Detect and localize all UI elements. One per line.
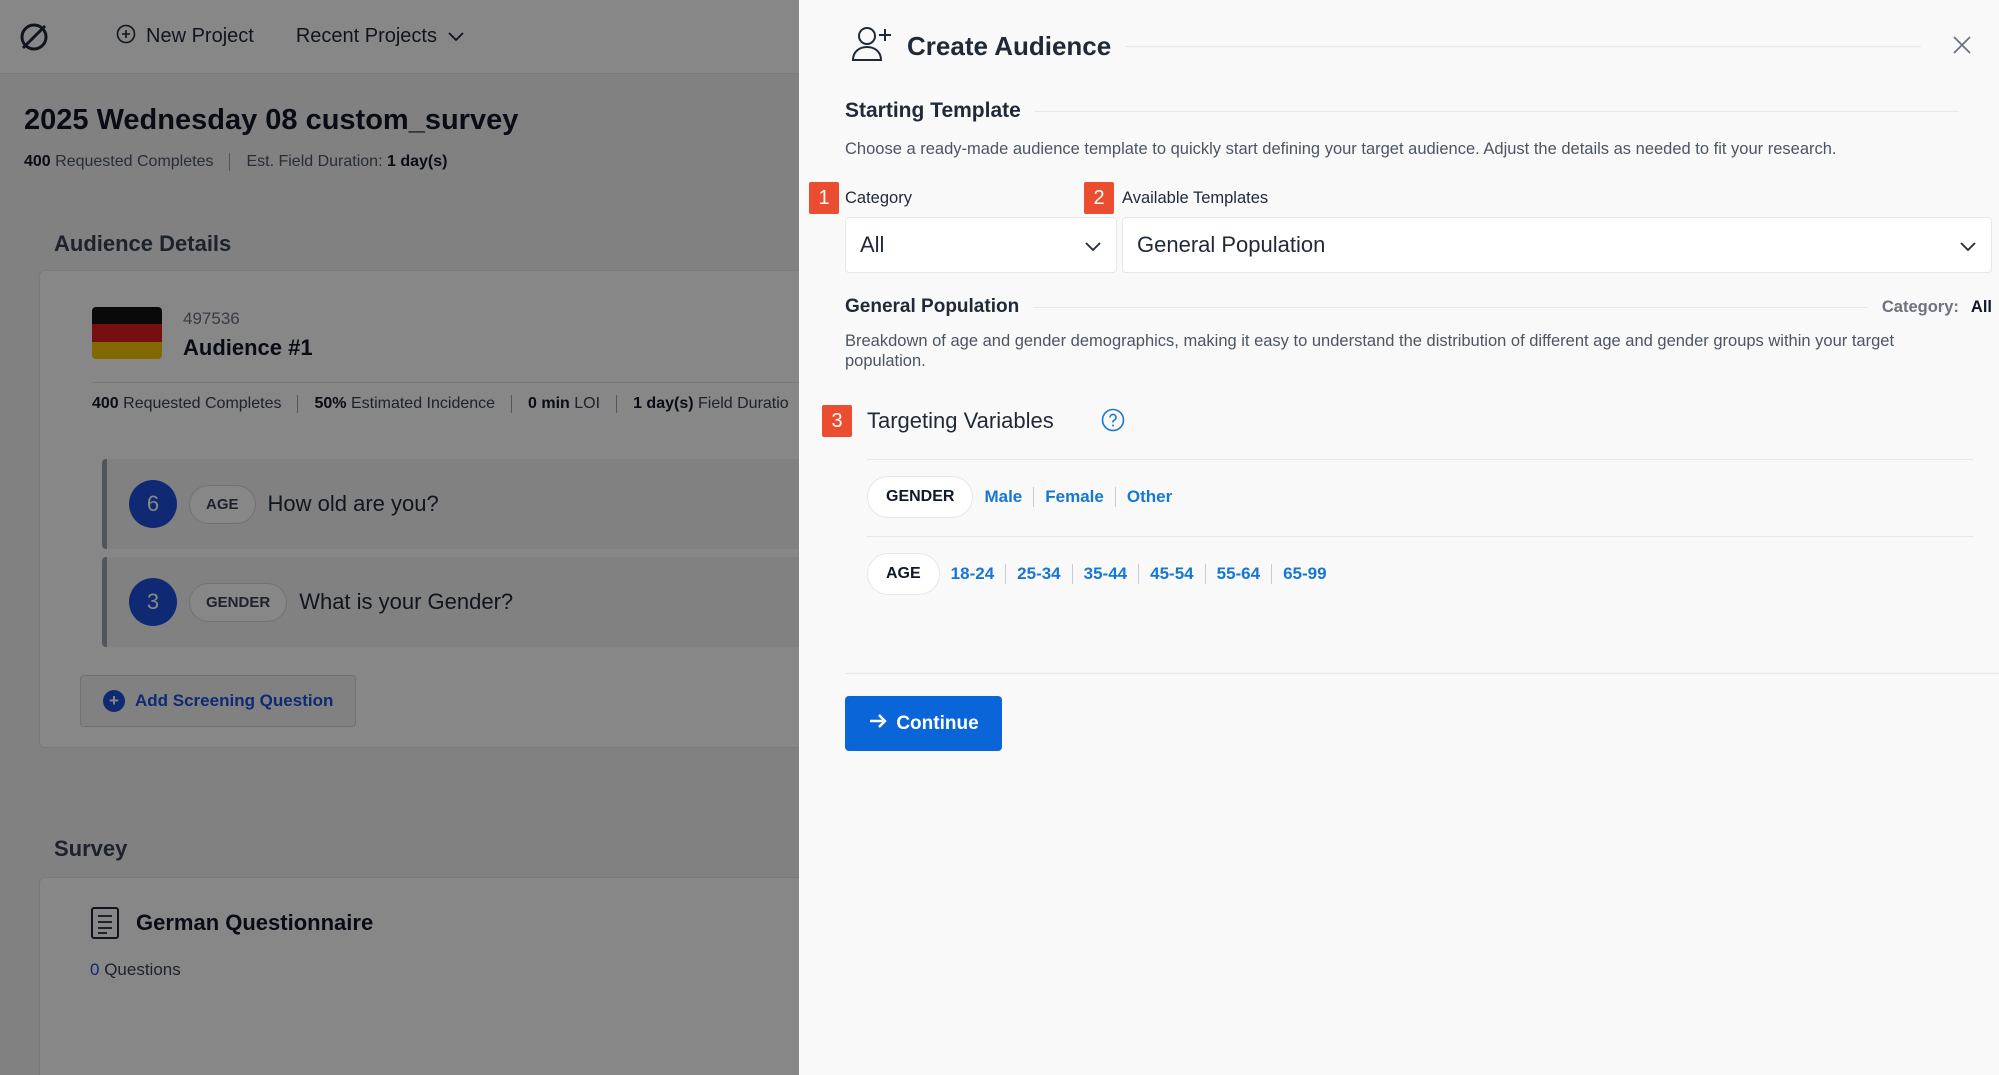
chevron-down-icon: [1084, 232, 1102, 258]
available-templates-select[interactable]: General Population: [1122, 217, 1992, 273]
section-rule: [1034, 110, 1959, 112]
starting-template-title: Starting Template: [845, 99, 1021, 122]
add-user-icon: [851, 25, 893, 68]
continue-button[interactable]: Continue: [845, 696, 1002, 751]
create-audience-drawer: Create Audience Starting Template Choose…: [799, 0, 1999, 1075]
section-rule: [1033, 306, 1868, 308]
drawer-title: Create Audience: [907, 30, 1112, 61]
chevron-down-icon: [1959, 232, 1977, 258]
targeting-variable-gender[interactable]: GENDER Male Female Other: [867, 476, 1183, 518]
starting-template-description: Choose a ready-made audience template to…: [845, 140, 1837, 158]
option-age-45-54[interactable]: 45-54: [1138, 564, 1204, 584]
step-badge: 3: [822, 405, 852, 437]
continue-label: Continue: [896, 712, 979, 734]
template-category-label: Category:: [1881, 297, 1959, 316]
step-badge: 1: [809, 182, 839, 214]
option-age-35-44[interactable]: 35-44: [1071, 564, 1138, 584]
arrow-right-icon: [868, 712, 888, 736]
template-category-value: All: [1970, 297, 1992, 316]
option-male[interactable]: Male: [973, 487, 1033, 507]
option-age-55-64[interactable]: 55-64: [1204, 564, 1271, 584]
divider: [845, 673, 1999, 674]
step-badge: 2: [1084, 182, 1114, 214]
option-age-65-99[interactable]: 65-99: [1271, 564, 1337, 584]
template-value: General Population: [1137, 232, 1326, 257]
option-age-18-24[interactable]: 18-24: [940, 564, 1005, 584]
option-other[interactable]: Other: [1114, 487, 1183, 507]
template-detail-header: General Population Category: All: [845, 296, 1992, 318]
targeting-variable-age[interactable]: AGE 18-24 25-34 35-44 45-54 55-64 65-99: [867, 553, 1338, 595]
close-icon[interactable]: [1950, 33, 1974, 57]
available-templates-label: Available Templates: [1122, 189, 1269, 207]
header-rule: [1125, 45, 1921, 47]
drawer-header: Create Audience: [851, 26, 1971, 66]
category-select[interactable]: All: [845, 217, 1117, 273]
variable-tag: GENDER: [867, 476, 974, 518]
targeting-variables-title: Targeting Variables: [867, 408, 1054, 433]
divider: [867, 459, 1973, 460]
divider: [867, 536, 1973, 537]
category-label: Category: [845, 189, 912, 207]
help-icon[interactable]: [1101, 408, 1125, 437]
option-age-25-34[interactable]: 25-34: [1005, 564, 1071, 584]
starting-template-header: Starting Template: [845, 99, 1973, 123]
option-female[interactable]: Female: [1033, 487, 1115, 507]
template-detail-title: General Population: [845, 296, 1020, 317]
template-detail-description: Breakdown of age and gender demographics…: [845, 332, 1895, 370]
variable-tag: AGE: [867, 553, 940, 595]
category-value: All: [860, 232, 885, 257]
